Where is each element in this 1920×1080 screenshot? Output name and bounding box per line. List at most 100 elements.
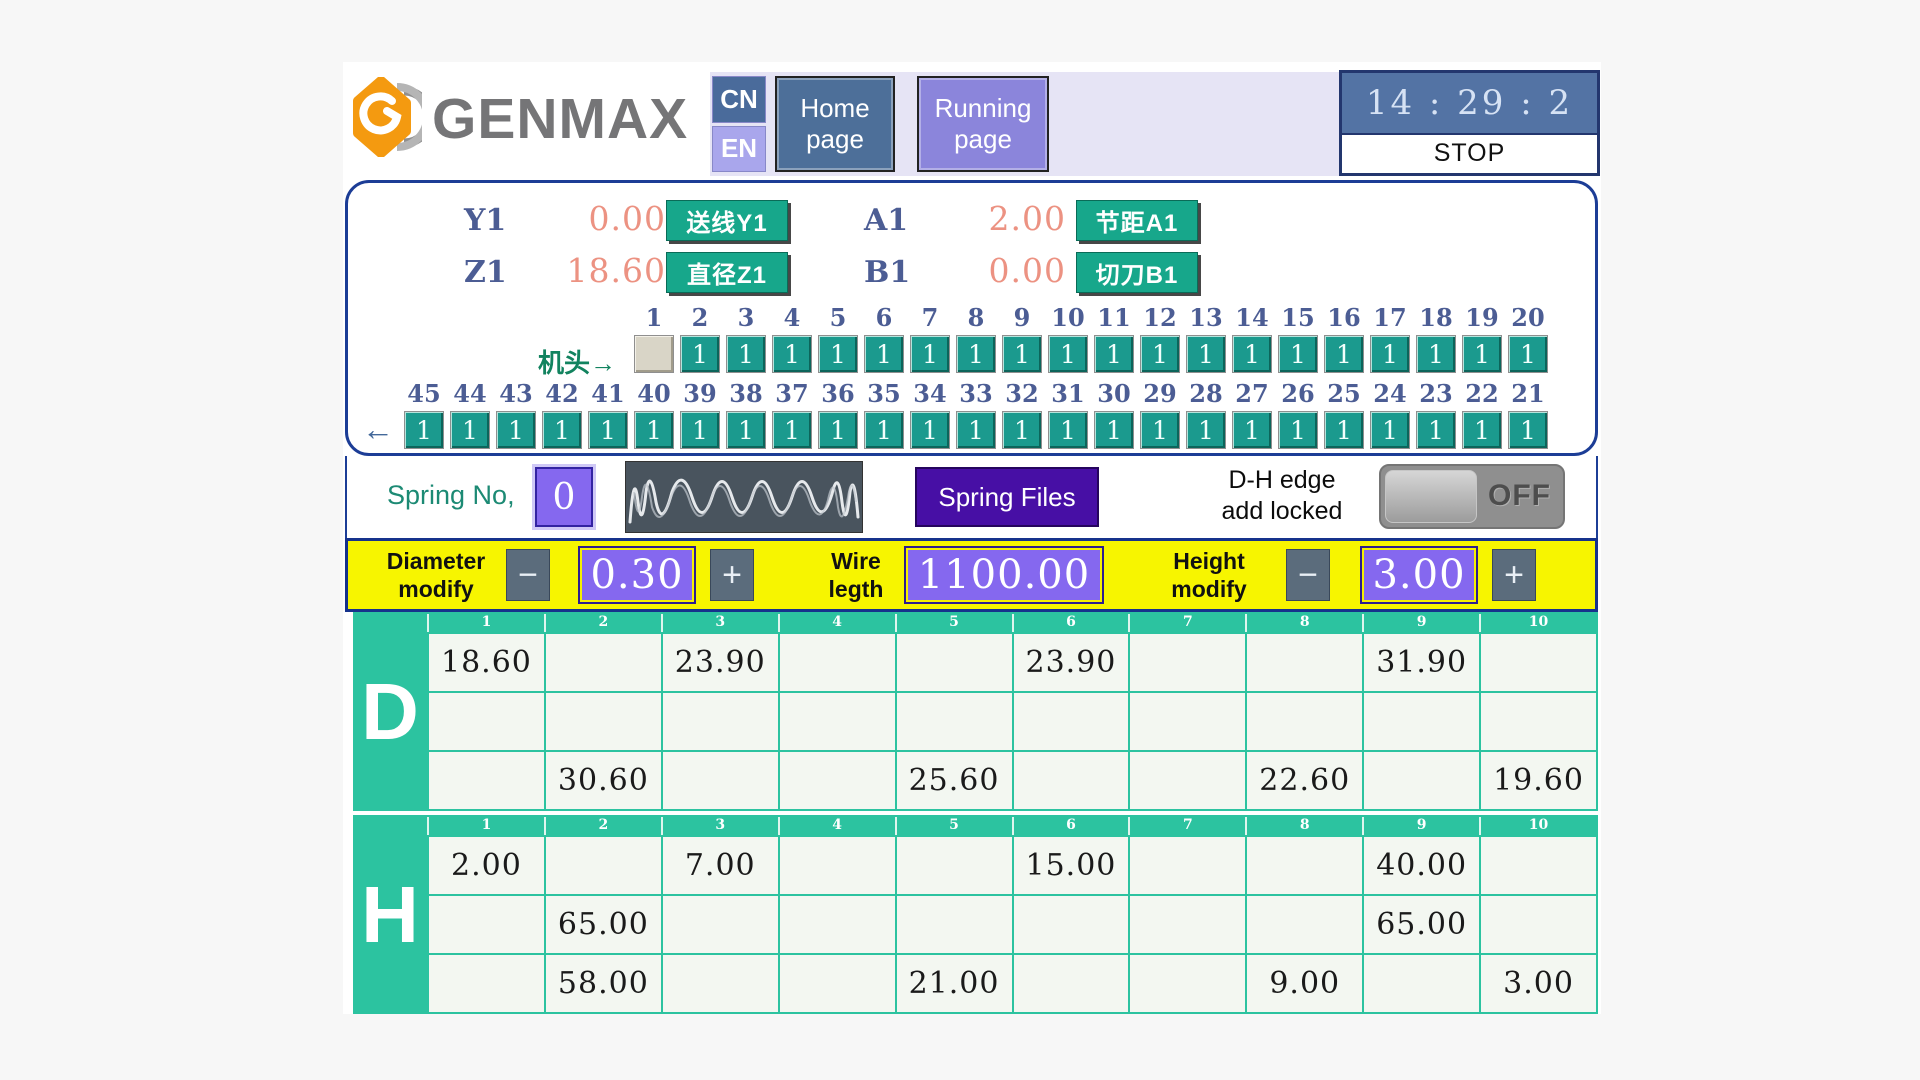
return-cell[interactable]: 1 bbox=[818, 411, 858, 449]
table-cell[interactable]: 18.60 bbox=[429, 634, 544, 691]
head-cell[interactable]: 1 bbox=[818, 335, 858, 373]
table-cell[interactable] bbox=[429, 693, 544, 750]
table-cell[interactable]: 25.60 bbox=[897, 752, 1012, 809]
table-cell[interactable] bbox=[546, 634, 661, 691]
return-cell[interactable]: 1 bbox=[1508, 411, 1548, 449]
return-cell[interactable]: 1 bbox=[772, 411, 812, 449]
return-cell[interactable]: 1 bbox=[1002, 411, 1042, 449]
table-cell[interactable] bbox=[1481, 837, 1596, 894]
head-cell[interactable]: 1 bbox=[1140, 335, 1180, 373]
table-cell[interactable] bbox=[780, 896, 895, 953]
lang-cn-button[interactable]: CN bbox=[712, 76, 766, 123]
return-cell[interactable]: 1 bbox=[864, 411, 904, 449]
running-page-button[interactable]: Running page bbox=[917, 76, 1049, 172]
table-cell[interactable] bbox=[1014, 693, 1129, 750]
head-cell[interactable]: 1 bbox=[910, 335, 950, 373]
spring-files-button[interactable]: Spring Files bbox=[915, 467, 1099, 527]
head-cell[interactable]: 1 bbox=[1094, 335, 1134, 373]
table-cell[interactable] bbox=[1130, 837, 1245, 894]
table-cell[interactable] bbox=[780, 752, 895, 809]
return-cell[interactable]: 1 bbox=[1048, 411, 1088, 449]
head-cell[interactable]: 1 bbox=[1416, 335, 1456, 373]
lang-en-button[interactable]: EN bbox=[712, 126, 766, 173]
head-cell[interactable]: 1 bbox=[864, 335, 904, 373]
table-cell[interactable] bbox=[1130, 693, 1245, 750]
table-cell[interactable] bbox=[1247, 693, 1362, 750]
height-minus-button[interactable]: − bbox=[1286, 549, 1330, 601]
table-cell[interactable] bbox=[897, 896, 1012, 953]
return-cell[interactable]: 1 bbox=[956, 411, 996, 449]
head-cell[interactable]: 1 bbox=[1186, 335, 1226, 373]
table-cell[interactable] bbox=[1481, 634, 1596, 691]
table-cell[interactable] bbox=[1481, 693, 1596, 750]
table-cell[interactable] bbox=[546, 837, 661, 894]
return-cell[interactable]: 1 bbox=[1278, 411, 1318, 449]
table-cell[interactable] bbox=[897, 693, 1012, 750]
table-cell[interactable]: 58.00 bbox=[546, 955, 661, 1012]
return-cell[interactable]: 1 bbox=[404, 411, 444, 449]
table-cell[interactable]: 15.00 bbox=[1014, 837, 1129, 894]
table-cell[interactable] bbox=[1014, 752, 1129, 809]
table-cell[interactable]: 2.00 bbox=[429, 837, 544, 894]
table-cell[interactable] bbox=[546, 693, 661, 750]
table-cell[interactable]: 3.00 bbox=[1481, 955, 1596, 1012]
feed-y1-button[interactable]: 送线Y1 bbox=[666, 200, 788, 241]
return-cell[interactable]: 1 bbox=[1186, 411, 1226, 449]
diameter-z1-button[interactable]: 直径Z1 bbox=[666, 252, 788, 293]
table-cell[interactable] bbox=[780, 634, 895, 691]
table-cell[interactable] bbox=[1247, 634, 1362, 691]
head-cell[interactable] bbox=[634, 335, 674, 373]
table-cell[interactable] bbox=[897, 634, 1012, 691]
table-cell[interactable]: 9.00 bbox=[1247, 955, 1362, 1012]
diameter-minus-button[interactable]: − bbox=[506, 549, 550, 601]
table-cell[interactable] bbox=[1130, 752, 1245, 809]
return-cell[interactable]: 1 bbox=[726, 411, 766, 449]
return-cell[interactable]: 1 bbox=[910, 411, 950, 449]
table-cell[interactable] bbox=[1014, 955, 1129, 1012]
head-cell[interactable]: 1 bbox=[1370, 335, 1410, 373]
table-cell[interactable] bbox=[1364, 693, 1479, 750]
diameter-plus-button[interactable]: + bbox=[710, 549, 754, 601]
table-cell[interactable] bbox=[1130, 955, 1245, 1012]
table-cell[interactable] bbox=[429, 896, 544, 953]
return-cell[interactable]: 1 bbox=[680, 411, 720, 449]
table-cell[interactable]: 21.00 bbox=[897, 955, 1012, 1012]
table-cell[interactable]: 23.90 bbox=[1014, 634, 1129, 691]
table-cell[interactable] bbox=[1014, 896, 1129, 953]
head-cell[interactable]: 1 bbox=[1462, 335, 1502, 373]
home-page-button[interactable]: Home page bbox=[775, 76, 895, 172]
return-cell[interactable]: 1 bbox=[1370, 411, 1410, 449]
head-cell[interactable]: 1 bbox=[1002, 335, 1042, 373]
table-cell[interactable] bbox=[1481, 896, 1596, 953]
head-cell[interactable]: 1 bbox=[772, 335, 812, 373]
head-cell[interactable]: 1 bbox=[726, 335, 766, 373]
table-cell[interactable]: 23.90 bbox=[663, 634, 778, 691]
wire-length-field[interactable]: 1100.00 bbox=[904, 546, 1104, 604]
return-cell[interactable]: 1 bbox=[1324, 411, 1364, 449]
head-cell[interactable]: 1 bbox=[1048, 335, 1088, 373]
table-cell[interactable] bbox=[1247, 896, 1362, 953]
pitch-a1-button[interactable]: 节距A1 bbox=[1076, 200, 1198, 241]
head-cell[interactable]: 1 bbox=[680, 335, 720, 373]
table-cell[interactable] bbox=[897, 837, 1012, 894]
toggle-knob[interactable] bbox=[1385, 470, 1477, 523]
return-cell[interactable]: 1 bbox=[496, 411, 536, 449]
head-cell[interactable]: 1 bbox=[1508, 335, 1548, 373]
table-cell[interactable] bbox=[663, 693, 778, 750]
spring-number-field[interactable]: 0 bbox=[535, 467, 593, 527]
return-cell[interactable]: 1 bbox=[1232, 411, 1272, 449]
table-cell[interactable] bbox=[663, 896, 778, 953]
table-cell[interactable] bbox=[780, 693, 895, 750]
table-cell[interactable] bbox=[780, 955, 895, 1012]
table-cell[interactable]: 31.90 bbox=[1364, 634, 1479, 691]
diameter-value-field[interactable]: 0.30 bbox=[578, 546, 696, 604]
table-cell[interactable] bbox=[429, 752, 544, 809]
return-cell[interactable]: 1 bbox=[542, 411, 582, 449]
height-plus-button[interactable]: + bbox=[1492, 549, 1536, 601]
head-cell[interactable]: 1 bbox=[1278, 335, 1318, 373]
table-cell[interactable]: 7.00 bbox=[663, 837, 778, 894]
table-cell[interactable] bbox=[1247, 837, 1362, 894]
table-cell[interactable] bbox=[1130, 896, 1245, 953]
height-value-field[interactable]: 3.00 bbox=[1360, 546, 1478, 604]
table-cell[interactable]: 65.00 bbox=[546, 896, 661, 953]
